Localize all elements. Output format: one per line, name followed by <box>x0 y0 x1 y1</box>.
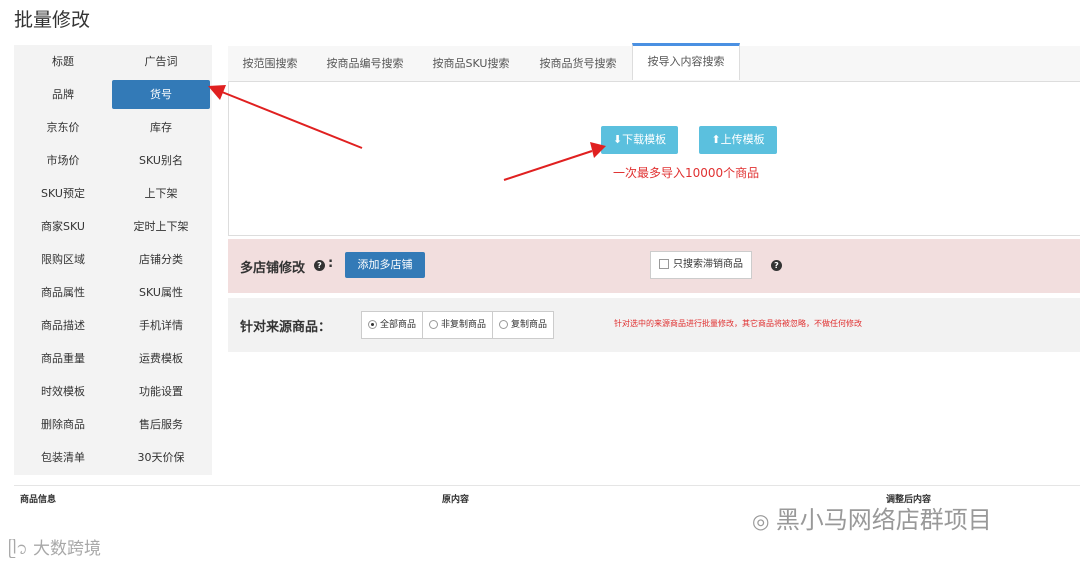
arrow-to-download <box>503 142 606 181</box>
wechat-icon: ◎ <box>752 509 776 533</box>
watermark-left: ᥫ᭡ 大数跨境 <box>8 539 102 559</box>
watermark-right: ◎ 黑小马网络店群项目 <box>752 506 992 534</box>
arrow-to-item-number <box>208 85 363 149</box>
annotation-arrows <box>208 85 606 181</box>
brand-logo-icon: ᥫ᭡ <box>8 539 34 559</box>
